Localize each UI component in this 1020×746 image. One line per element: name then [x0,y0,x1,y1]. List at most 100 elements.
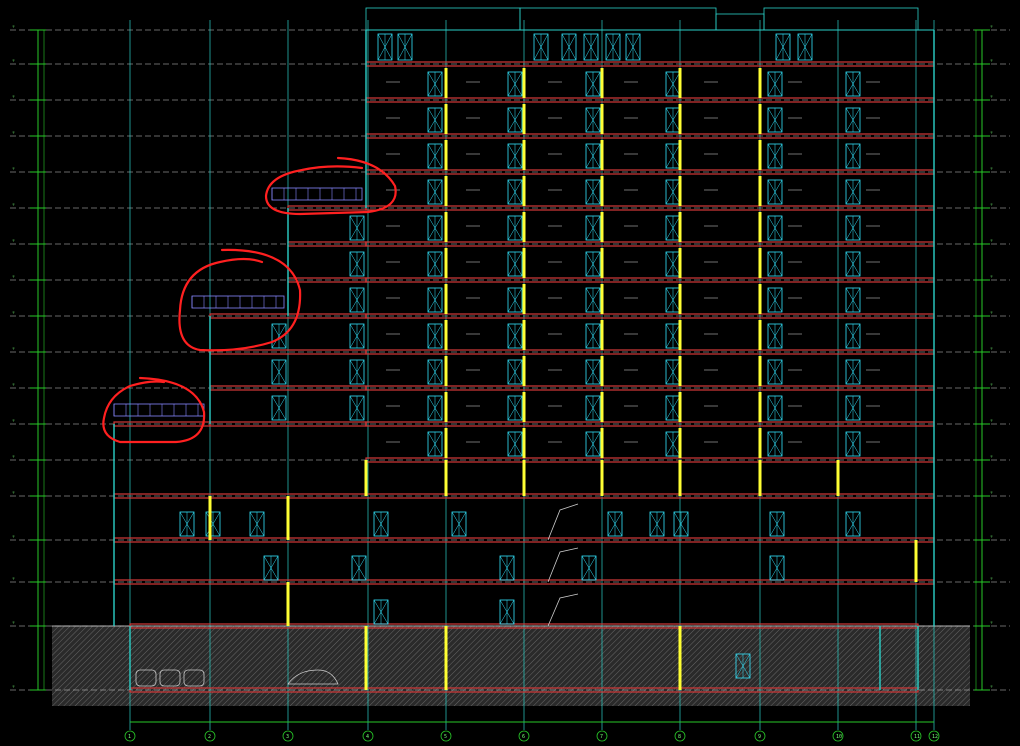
window [585,251,601,277]
window [767,287,783,313]
column [678,248,682,278]
level-tag: ▿ [12,274,15,280]
level-tag: ▿ [990,310,993,316]
column [522,460,526,496]
column [600,176,604,206]
column [600,284,604,314]
window [845,215,861,241]
window [507,359,523,385]
column [522,212,526,242]
column [678,176,682,206]
window [585,179,601,205]
window [499,555,515,581]
axis-label: 12 [932,734,938,740]
level-tag: ▿ [990,620,993,626]
roof-structure [763,7,919,31]
column [758,176,762,206]
column [758,284,762,314]
window [585,287,601,313]
column [522,140,526,170]
axis-label: 2 [208,734,211,740]
window [625,33,641,61]
level-tag: ▿ [12,238,15,244]
window [585,71,601,97]
window [507,395,523,421]
level-tag: ▿ [12,94,15,100]
window [767,179,783,205]
level-tag: ▿ [990,274,993,280]
window [769,555,785,581]
column [444,140,448,170]
column [678,356,682,386]
window [845,431,861,457]
window [767,143,783,169]
level-tag: ▿ [990,130,993,136]
level-tag: ▿ [990,684,993,690]
window [349,251,365,277]
window [349,323,365,349]
left-level-scale [37,30,45,690]
window [775,33,791,61]
column [444,104,448,134]
window [373,599,389,625]
level-tag: ▿ [990,94,993,100]
column [600,392,604,422]
terrace-railing [191,295,285,309]
window [845,179,861,205]
column [444,356,448,386]
column [600,140,604,170]
column [678,212,682,242]
column [444,284,448,314]
column [758,248,762,278]
window [349,359,365,385]
axis-label: 7 [600,734,603,740]
level-tag: ▿ [12,534,15,540]
column [600,320,604,350]
column [758,356,762,386]
ground-hatch [52,626,970,706]
column [758,68,762,98]
window [845,511,861,537]
column [600,212,604,242]
window [507,179,523,205]
column [522,176,526,206]
level-tag: ▿ [12,310,15,316]
level-tag: ▿ [990,534,993,540]
window [427,179,443,205]
cad-drawing-canvas[interactable]: ▿ ▿ ▿ ▿ ▿ ▿ ▿ ▿ ▿ ▿ ▿ ▿ ▿ ▿ ▿ ▿ ▿ ▿ ▿ ▿ ▿ ▿ ▿ ▿ ▿ ▿ ▿ ▿ ▿ ▿ ▿ ▿ ▿ ▿ ▿ ▿ 1 2 3 4… [0,0,1020,746]
right-level-scale [975,30,983,690]
column [444,626,448,690]
column [758,140,762,170]
window [665,359,681,385]
level-tag: ▿ [12,418,15,424]
axis-label: 5 [444,734,447,740]
level-tag: ▿ [12,58,15,64]
window [767,215,783,241]
ramp [547,503,579,541]
column [522,104,526,134]
window [427,215,443,241]
level-tag: ▿ [12,24,15,30]
column [444,212,448,242]
level-tag: ▿ [990,382,993,388]
window [263,555,279,581]
window [845,143,861,169]
roof-structure [715,13,765,31]
level-tag: ▿ [12,576,15,582]
window [427,323,443,349]
window [845,287,861,313]
column [286,582,290,626]
markup-circle [102,376,206,444]
level-tag: ▿ [12,130,15,136]
window [665,107,681,133]
window [585,107,601,133]
window [665,215,681,241]
window [349,287,365,313]
column [522,68,526,98]
window [249,511,265,537]
window [507,431,523,457]
window [845,71,861,97]
window [665,251,681,277]
window [507,251,523,277]
column [678,320,682,350]
